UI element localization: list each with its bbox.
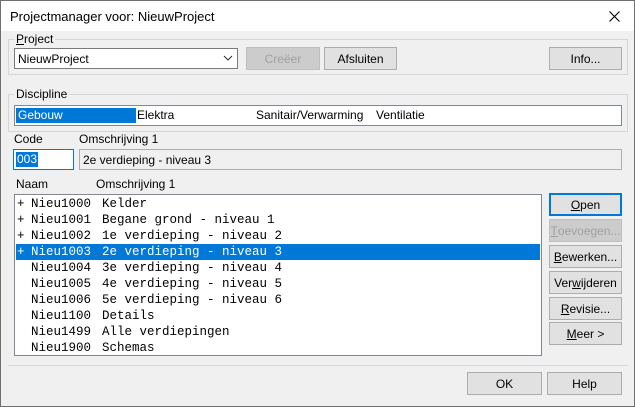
list-item[interactable]: Nieu1006 5e verdieping - niveau 6 xyxy=(16,292,540,308)
discipline-list[interactable]: Gebouw Elektra Sanitair/Verwarming Venti… xyxy=(14,105,622,126)
revision-button[interactable]: Revisie... xyxy=(549,297,622,320)
description-field-value: 2e verdieping - niveau 3 xyxy=(83,153,212,167)
dialog-window: Projectmanager voor: NieuwProject Projec… xyxy=(0,0,635,407)
ok-button[interactable]: OK xyxy=(467,372,542,395)
list-item[interactable]: + Nieu1000 Kelder xyxy=(16,196,540,212)
close-button[interactable] xyxy=(594,1,634,31)
open-button[interactable]: Open xyxy=(549,193,622,216)
discipline-item-sanitair[interactable]: Sanitair/Verwarming xyxy=(254,108,374,123)
list-item-selected[interactable]: + Nieu1003 2e verdieping - niveau 3 xyxy=(16,244,540,260)
list-item[interactable]: + Nieu1002 1e verdieping - niveau 2 xyxy=(16,228,540,244)
list-item[interactable]: Nieu1100 Details xyxy=(16,308,540,324)
list-item[interactable]: Nieu1005 4e verdieping - niveau 5 xyxy=(16,276,540,292)
discipline-group-label: Discipline xyxy=(14,87,70,101)
title-bar: Projectmanager voor: NieuwProject xyxy=(1,1,634,31)
list-item[interactable]: Nieu1900 Schemas xyxy=(16,340,540,355)
project-group-label: Project xyxy=(14,32,56,46)
project-select-value: NieuwProject xyxy=(18,52,89,66)
list-item[interactable]: Nieu1499 Alle verdiepingen xyxy=(16,324,540,340)
code-field[interactable]: 003 xyxy=(13,149,74,170)
discipline-item-ventilatie[interactable]: Ventilatie xyxy=(374,108,494,123)
chevron-down-icon xyxy=(223,55,233,61)
code-field-value: 003 xyxy=(16,152,39,167)
project-select[interactable]: NieuwProject xyxy=(14,48,238,69)
code-label: Code xyxy=(14,132,43,146)
close-icon xyxy=(608,10,620,22)
add-button[interactable]: Toevoegen... xyxy=(549,219,622,242)
description-field[interactable]: 2e verdieping - niveau 3 xyxy=(79,149,622,170)
list-item[interactable]: Nieu1004 3e verdieping - niveau 4 xyxy=(16,260,540,276)
delete-button[interactable]: Ver w ijderen xyxy=(549,271,622,294)
desc-label: Omschrijving 1 xyxy=(79,132,159,146)
discipline-item-elektra[interactable]: Elektra xyxy=(135,108,255,123)
discipline-item-gebouw[interactable]: Gebouw xyxy=(16,108,136,123)
footer-divider xyxy=(8,365,628,366)
more-button[interactable]: Meer > xyxy=(549,322,622,345)
info-button[interactable]: Info... xyxy=(549,47,622,70)
close-project-button[interactable]: Afsluiten xyxy=(324,47,397,70)
drawing-list[interactable]: + Nieu1000 Kelder + Nieu1001 Begane grond - … xyxy=(14,194,542,356)
list-header-omschrijving: Omschrijving 1 xyxy=(96,177,176,191)
create-button[interactable]: Creëer xyxy=(246,47,320,70)
list-item[interactable]: + Nieu1001 Begane grond - niveau 1 xyxy=(16,212,540,228)
help-button[interactable]: Help xyxy=(547,372,622,395)
window-title: Projectmanager voor: NieuwProject xyxy=(10,9,215,24)
edit-button[interactable]: Bewerken... xyxy=(549,245,622,268)
list-header-naam: Naam xyxy=(16,177,49,191)
